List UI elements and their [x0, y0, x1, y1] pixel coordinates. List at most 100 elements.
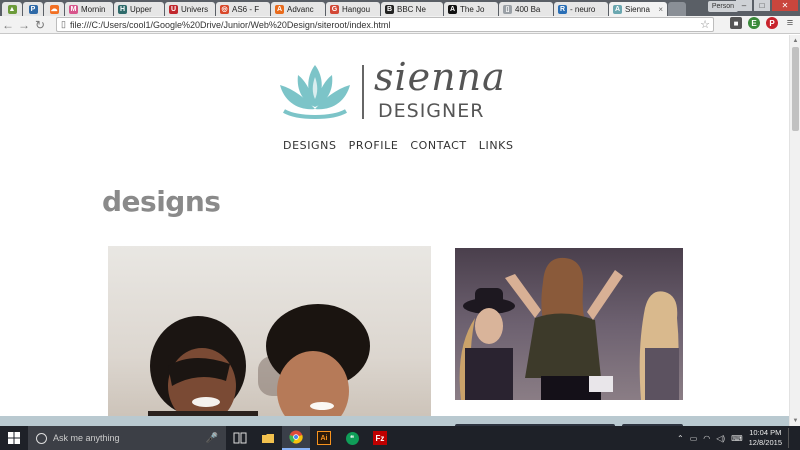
android-icon: ▲ — [7, 4, 17, 14]
u-icon: U — [169, 4, 178, 14]
tab-7[interactable]: A Advanc — [271, 2, 325, 16]
close-tab-icon[interactable]: × — [658, 5, 663, 14]
wifi-icon[interactable]: ◠ — [703, 434, 710, 443]
a-icon: A — [275, 4, 284, 14]
tab-label: Upper — [130, 4, 152, 14]
scroll-down-arrow-icon[interactable]: ▼ — [790, 415, 800, 426]
band-photo-image — [459, 257, 679, 400]
r-icon: R — [558, 4, 567, 14]
nav-link-links[interactable]: LINKS — [479, 139, 514, 152]
tab-label: - neuro — [570, 4, 596, 14]
search-placeholder: Ask me anything — [53, 433, 120, 443]
tab-label: Univers — [181, 4, 209, 14]
tab-label: Mornin — [81, 4, 106, 14]
logo-subtitle: DESIGNER — [378, 100, 485, 122]
site-logo[interactable]: sienna DESIGNER — [276, 55, 526, 127]
tab-label: Hangou — [342, 4, 371, 14]
tab-6[interactable]: ◎ AS6 - F — [216, 2, 270, 16]
extension-icons: ■ E P ≡ — [730, 17, 796, 29]
keyboard-icon[interactable]: ⌨ — [731, 434, 743, 443]
nav-link-profile[interactable]: PROFILE — [349, 139, 399, 152]
chrome-icon[interactable] — [282, 426, 310, 450]
reload-icon[interactable]: ↻ — [32, 17, 48, 33]
page-icon: ▯ — [503, 4, 512, 14]
tab-label: Advanc — [287, 4, 314, 14]
window-controls: – □ ✕ — [736, 0, 798, 11]
page-viewport: sienna DESIGNER DESIGNS PROFILE CONTACT … — [0, 35, 789, 426]
tab-11[interactable]: ▯ 400 Ba — [499, 2, 553, 16]
nav-link-contact[interactable]: CONTACT — [410, 139, 466, 152]
new-tab-button[interactable] — [668, 2, 686, 16]
nav-link-designs[interactable]: DESIGNS — [283, 139, 337, 152]
forward-arrow-icon[interactable]: → — [16, 17, 32, 33]
a-icon: A — [448, 4, 457, 14]
p-icon: P — [28, 4, 38, 14]
windows-taskbar: Ask me anything 🎤 Ai ❝ Fz ⌃ ▭ ◠ ◁) ⌨ 10:… — [0, 426, 800, 450]
extension-icon[interactable]: ■ — [730, 17, 742, 29]
show-desktop-button[interactable] — [788, 428, 794, 448]
page-title: designs — [102, 185, 221, 218]
tab-label: BBC Ne — [397, 4, 426, 14]
tab-3[interactable]: M Mornin — [65, 2, 113, 16]
m-icon: M — [69, 4, 78, 14]
cortana-search-box[interactable]: Ask me anything 🎤 — [28, 426, 226, 450]
page-scrollbar[interactable]: ▲ ▼ — [789, 35, 800, 426]
tab-5[interactable]: U Univers — [165, 2, 215, 16]
tab-10[interactable]: A The Jo — [444, 2, 498, 16]
logo-divider — [362, 65, 364, 119]
bbc-icon: B — [385, 4, 394, 14]
address-bar[interactable]: ▯ file:///C:/Users/cool1/Google%20Drive/… — [56, 17, 714, 32]
file-explorer-icon[interactable] — [254, 426, 282, 450]
close-window-icon[interactable]: ✕ — [772, 0, 798, 11]
hangouts-icon[interactable]: ❝ — [338, 426, 366, 450]
design-photo-band[interactable] — [455, 248, 683, 400]
clock-time: 10:04 PM — [749, 428, 782, 437]
url-text: file:///C:/Users/cool1/Google%20Drive/Ju… — [69, 19, 391, 30]
battery-icon[interactable]: ▭ — [690, 434, 698, 443]
scroll-thumb[interactable] — [792, 47, 799, 131]
tab-4[interactable]: H Upper — [114, 2, 164, 16]
tab-label: AS6 - F — [232, 4, 260, 14]
scroll-up-arrow-icon[interactable]: ▲ — [790, 35, 800, 46]
task-view-icon[interactable] — [226, 426, 254, 450]
cortana-circle-icon — [36, 432, 47, 444]
circle-icon: ◎ — [220, 4, 229, 14]
microphone-icon[interactable]: 🎤 — [206, 433, 218, 444]
bookmark-star-icon[interactable]: ☆ — [700, 18, 710, 31]
tab-pinned-2[interactable]: P — [23, 2, 43, 16]
pinterest-icon[interactable]: P — [766, 17, 778, 29]
a-icon: A — [613, 4, 622, 14]
profile-chip[interactable]: Person — [707, 1, 738, 12]
tab-strip: ▲ P ☁ M Mornin H Upper U Univers ◎ AS6 -… — [0, 0, 800, 16]
minimize-icon[interactable]: – — [736, 0, 752, 11]
tab-8[interactable]: G Hangou — [326, 2, 380, 16]
menu-icon[interactable]: ≡ — [784, 17, 796, 29]
tab-label: 400 Ba — [515, 4, 541, 14]
clock-date: 12/8/2015 — [748, 438, 782, 447]
design-photo-couple[interactable] — [108, 246, 431, 426]
tab-9[interactable]: B BBC Ne — [381, 2, 443, 16]
page-icon: ▯ — [61, 19, 66, 29]
g-icon: G — [330, 4, 339, 14]
windows-start-icon[interactable] — [0, 426, 28, 450]
maximize-icon[interactable]: □ — [754, 0, 770, 11]
evernote-icon[interactable]: E — [748, 17, 760, 29]
logo-wordmark: sienna — [374, 55, 506, 99]
clock[interactable]: 10:04 PM 12/8/2015 — [749, 428, 782, 448]
tab-pinned-1[interactable]: ▲ — [2, 2, 22, 16]
couple-photo-image — [148, 304, 388, 426]
browser-toolbar: ← → ↻ ▯ file:///C:/Users/cool1/Google%20… — [0, 16, 800, 34]
soundcloud-icon: ☁ — [49, 4, 59, 14]
tab-pinned-3[interactable]: ☁ — [44, 2, 64, 16]
filezilla-icon[interactable]: Fz — [366, 426, 394, 450]
h-icon: H — [118, 4, 127, 14]
chevron-up-icon[interactable]: ⌃ — [677, 434, 684, 443]
tab-12[interactable]: R - neuro — [554, 2, 608, 16]
back-arrow-icon[interactable]: ← — [0, 17, 16, 33]
illustrator-icon[interactable]: Ai — [310, 426, 338, 450]
system-tray: ⌃ ▭ ◠ ◁) ⌨ 10:04 PM 12/8/2015 — [677, 426, 800, 450]
volume-icon[interactable]: ◁) — [716, 434, 725, 443]
tab-active[interactable]: A Sienna × — [609, 2, 667, 16]
tab-label: The Jo — [460, 4, 485, 14]
site-nav: DESIGNS PROFILE CONTACT LINKS — [283, 139, 514, 152]
